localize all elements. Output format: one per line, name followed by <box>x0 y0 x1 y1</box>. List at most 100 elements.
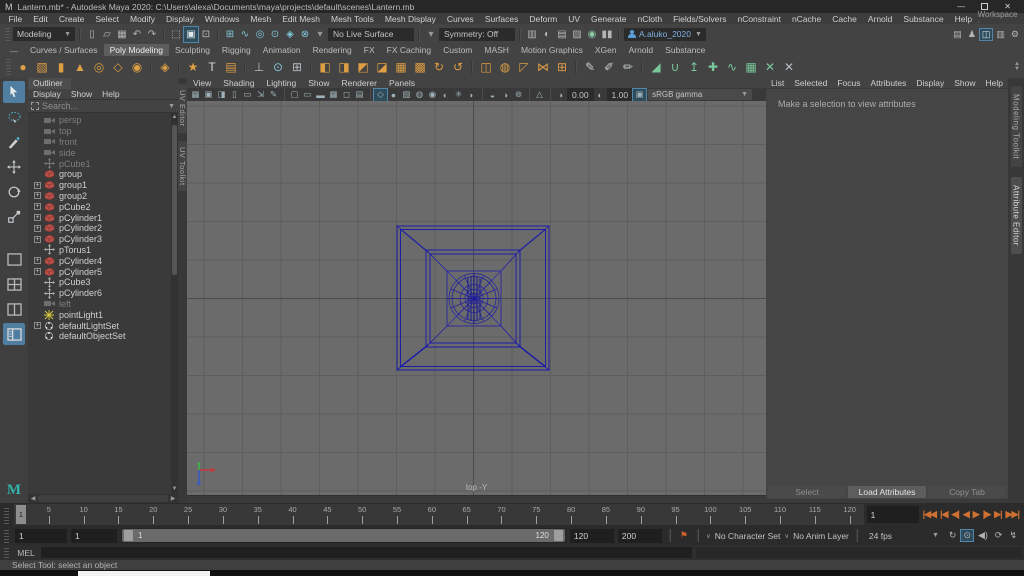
snap-curve-icon[interactable]: ∿ <box>238 27 252 42</box>
outliner-item-pCylinder2[interactable]: + pCylinder2 <box>28 223 178 234</box>
menu-attributes[interactable]: Attributes <box>865 78 911 88</box>
menu-display[interactable]: Display <box>161 14 200 24</box>
motion-blur-icon[interactable]: ◑ <box>499 89 512 101</box>
select-component-icon[interactable]: ⊡ <box>199 27 213 42</box>
shelf-tab-curves-surfaces[interactable]: Curves / Surfaces <box>24 44 104 56</box>
transfer-attributes-icon[interactable]: ▦ <box>742 58 760 76</box>
cached-playback-icon[interactable]: ⟳ <box>993 530 1005 541</box>
menu-set-select[interactable]: Modeling ▼ <box>13 27 75 41</box>
range-start-handle[interactable] <box>124 530 133 541</box>
select-hierarchy-icon[interactable]: ⬚ <box>169 27 183 42</box>
menu-help[interactable]: Help <box>97 89 124 99</box>
menu-arnold[interactable]: Arnold <box>862 14 898 24</box>
render-sequence-icon[interactable]: ▤ <box>555 27 569 42</box>
menu-cache[interactable]: Cache <box>827 14 863 24</box>
dock-tab-modeling-toolkit[interactable]: Modeling Toolkit <box>1010 86 1022 168</box>
current-frame-field[interactable]: 1 <box>866 506 919 523</box>
outliner-item-pCylinder1[interactable]: + pCylinder1 <box>28 212 178 223</box>
shelf-tab-motion-graphics[interactable]: Motion Graphics <box>515 44 589 56</box>
scrollbar-thumb[interactable] <box>172 125 177 275</box>
platonic-solid-icon[interactable]: ◈ <box>156 58 174 76</box>
outliner-panel-tab[interactable]: Outliner <box>28 78 71 89</box>
menu-display[interactable]: Display <box>911 78 949 88</box>
go-to-start-icon[interactable]: |◀◀ <box>922 509 937 520</box>
make-live-icon[interactable]: ⊗ <box>298 27 312 42</box>
boolean-difference-icon[interactable]: ◪ <box>373 58 391 76</box>
layout-outliner-persp[interactable] <box>3 323 25 345</box>
dock-tab-uv-toolkit[interactable]: UV Toolkit <box>178 140 187 192</box>
character-set-select[interactable]: No Character Set <box>715 531 781 541</box>
scroll-down-arrow[interactable]: ▼ <box>171 485 178 494</box>
expand-icon[interactable]: + <box>34 268 41 276</box>
layout-single-pane[interactable] <box>3 248 25 270</box>
menu-windows[interactable]: Windows <box>199 14 244 24</box>
menu-help[interactable]: Help <box>949 14 977 24</box>
outliner-item-pCylinder3[interactable]: + pCylinder3 <box>28 234 178 245</box>
menu-file[interactable]: File <box>3 14 28 24</box>
expand-icon[interactable]: + <box>34 203 41 211</box>
live-surface-arrow-icon[interactable]: ▾ <box>313 27 327 42</box>
shelf-tab-fx[interactable]: FX <box>358 44 381 56</box>
shelf-tab-substance[interactable]: Substance <box>659 44 711 56</box>
viewport-canvas[interactable]: top -Y <box>187 101 766 495</box>
evaluation-manager-icon[interactable]: ↯ <box>1007 530 1019 541</box>
quad-mesh-icon[interactable]: ⊞ <box>553 58 571 76</box>
gate-mask-icon[interactable]: ▬ <box>314 89 327 101</box>
outliner-item-defaultObjectSet[interactable]: defaultObjectSet <box>28 331 178 342</box>
outliner-item-pTorus1[interactable]: pTorus1 <box>28 244 178 256</box>
menu-mesh-tools[interactable]: Mesh Tools <box>326 14 380 24</box>
playback-end-field[interactable]: 120 <box>569 528 614 543</box>
outliner-item-defaultLightSet[interactable]: + defaultLightSet <box>28 320 178 331</box>
paint-select-tool[interactable] <box>3 131 25 153</box>
step-back-frame-icon[interactable]: ◀| <box>950 509 960 520</box>
menu-deform[interactable]: Deform <box>524 14 563 24</box>
expand-icon[interactable]: + <box>34 322 41 330</box>
outliner-item-pCylinder4[interactable]: + pCylinder4 <box>28 255 178 266</box>
film-gate-icon[interactable]: ▢ <box>288 89 301 101</box>
command-input[interactable] <box>41 547 693 558</box>
exposure-field[interactable]: 0.00 <box>567 88 594 101</box>
shelf-tab-sculpting[interactable]: Sculpting <box>169 44 216 56</box>
outliner-item-persp[interactable]: persp <box>28 115 178 126</box>
outliner-item-side[interactable]: side <box>28 147 178 158</box>
command-language-label[interactable]: MEL <box>15 548 37 558</box>
outliner-item-group2[interactable]: + group2 <box>28 191 178 202</box>
safe-title-icon[interactable]: ▤ <box>353 89 366 101</box>
exposure-icon[interactable]: ◑ <box>554 89 567 101</box>
outliner-item-left[interactable]: left <box>28 299 178 310</box>
grease-pencil-icon[interactable]: ✎ <box>267 89 280 101</box>
filter-icon[interactable] <box>31 102 39 110</box>
shelf-tab-poly-modeling[interactable]: Poly Modeling <box>103 44 169 56</box>
occlusion-icon[interactable]: ◒ <box>486 89 499 101</box>
menu-substance[interactable]: Substance <box>898 14 949 24</box>
mute-playback-icon[interactable]: ◀) <box>976 530 990 541</box>
outliner-item-group1[interactable]: + group1 <box>28 180 178 191</box>
poly-plane-icon[interactable]: ◇ <box>109 58 127 76</box>
move-to-origin-icon[interactable]: ⊞ <box>288 58 306 76</box>
menu-create[interactable]: Create <box>53 14 90 24</box>
duplicate-face-icon[interactable]: ◸ <box>515 58 533 76</box>
menu-modify[interactable]: Modify <box>125 14 161 24</box>
poly-torus-icon[interactable]: ◎ <box>90 58 108 76</box>
outliner-item-front[interactable]: front <box>28 137 178 148</box>
extrude-icon[interactable]: ↥ <box>685 58 703 76</box>
spin-edge-ccw-icon[interactable]: ↺ <box>449 58 467 76</box>
expand-icon[interactable]: + <box>34 181 41 189</box>
user-account-select[interactable]: A.aluko_2020 ▼ <box>624 27 706 41</box>
time-ruler[interactable]: 5 10 15 20 25 30 35 40 45 50 55 60 65 70 75 80 85 90 95 100… <box>14 504 864 525</box>
snap-grid-icon[interactable]: ⊞ <box>223 27 237 42</box>
lights-icon[interactable]: ✳ <box>452 89 465 101</box>
poly-sphere-icon[interactable]: ● <box>14 58 32 76</box>
lasso-tool[interactable] <box>3 106 25 128</box>
menu-renderer[interactable]: Renderer <box>336 78 383 88</box>
launch-arnold-icon[interactable]: ◉ <box>585 27 599 42</box>
menu-display[interactable]: Display <box>28 89 66 99</box>
expand-icon[interactable]: + <box>34 235 41 243</box>
render-current-frame-icon[interactable]: ▥ <box>525 27 539 42</box>
play-forwards-icon[interactable]: ▶ <box>972 509 980 520</box>
current-frame-marker[interactable]: 1 <box>16 505 26 524</box>
render-settings-icon[interactable]: ▨ <box>570 27 584 42</box>
symmetrize-icon[interactable]: ✕ <box>761 58 779 76</box>
wireframe-icon[interactable]: ◇ <box>373 88 388 101</box>
menu-mesh[interactable]: Mesh <box>245 14 277 24</box>
